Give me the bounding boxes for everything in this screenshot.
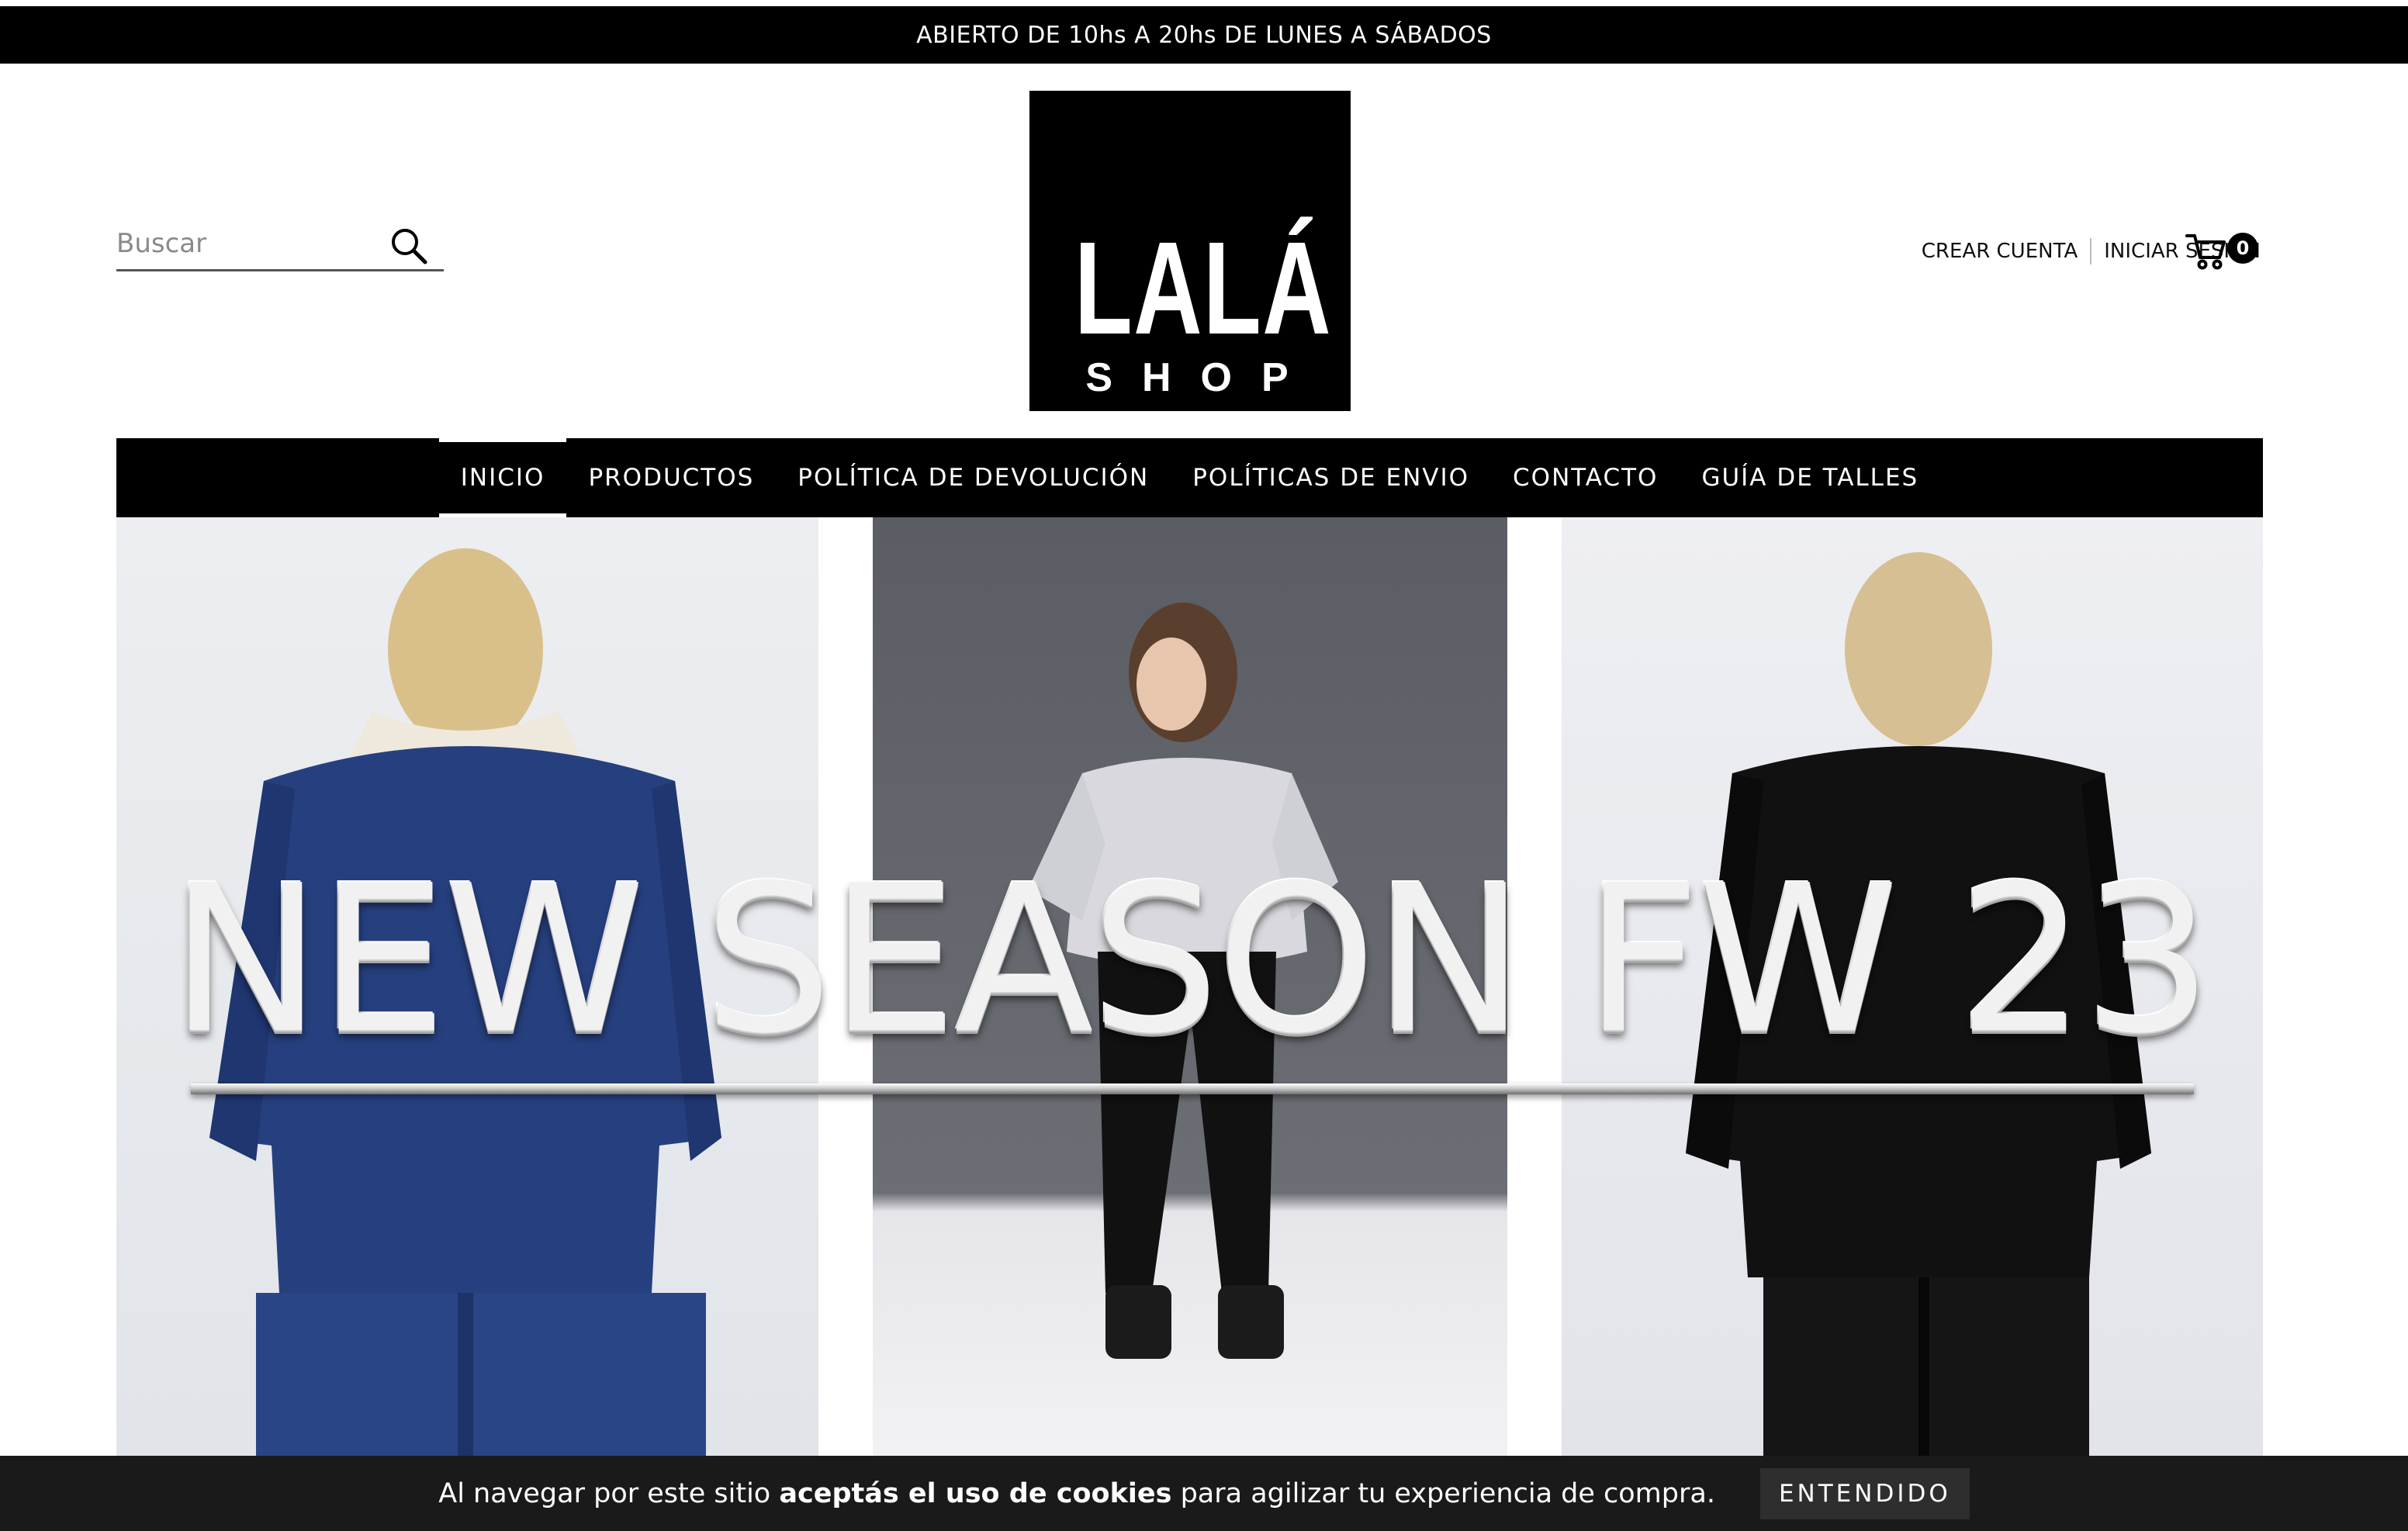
cookie-text-before: Al navegar por este sitio	[438, 1477, 780, 1509]
cookie-message: Al navegar por este sitio aceptás el uso…	[438, 1478, 1715, 1509]
cart-button[interactable]: 0	[2184, 226, 2261, 273]
site-header: LALÁ SHOP CREAR CUENTA INICIAR SESIÓN 0	[0, 64, 2408, 439]
cookie-text-bold: aceptás el uso de cookies	[779, 1477, 1172, 1509]
search-icon	[392, 229, 427, 264]
account-divider	[2090, 238, 2092, 264]
shopping-cart-icon	[2185, 234, 2226, 270]
nav-item-politicas-envio[interactable]: POLÍTICAS DE ENVIO	[1171, 438, 1491, 517]
nav-item-politica-devolucion[interactable]: POLÍTICA DE DEVOLUCIÓN	[776, 438, 1171, 517]
cookie-banner: Al navegar por este sitio aceptás el uso…	[0, 1456, 2408, 1531]
search-button[interactable]	[388, 225, 430, 267]
nav-item-productos[interactable]: PRODUCTOS	[566, 438, 776, 517]
search-input[interactable]	[116, 219, 372, 268]
announcement-text: ABIERTO DE 10hs A 20hs DE LUNES A SÁBADO…	[916, 21, 1492, 49]
nav-item-contacto[interactable]: CONTACTO	[1491, 438, 1680, 517]
logo-subtitle: SHOP	[1085, 355, 1318, 400]
hero-banner[interactable]: NEW SEASON FW 23	[116, 517, 2263, 1456]
cart-count-badge: 0	[2227, 233, 2258, 264]
nav-item-guia-talles[interactable]: GUÍA DE TALLES	[1680, 438, 1940, 517]
cookie-text-after: para agilizar tu experiencia de compra.	[1171, 1477, 1715, 1509]
hero-divider	[191, 1083, 2194, 1094]
cookie-accept-button[interactable]: ENTENDIDO	[1759, 1467, 1970, 1519]
search-form	[116, 219, 444, 271]
create-account-link[interactable]: CREAR CUENTA	[1922, 240, 2078, 263]
brand-logo[interactable]: LALÁ SHOP	[1029, 91, 1351, 411]
logo-wordmark: LALÁ	[1074, 215, 1333, 362]
main-nav: INICIO PRODUCTOS POLÍTICA DE DEVOLUCIÓN …	[116, 438, 2263, 517]
nav-item-inicio[interactable]: INICIO	[438, 438, 567, 517]
hero-title: NEW SEASON FW 23	[169, 842, 2213, 1078]
announcement-bar: ABIERTO DE 10hs A 20hs DE LUNES A SÁBADO…	[0, 6, 2408, 64]
